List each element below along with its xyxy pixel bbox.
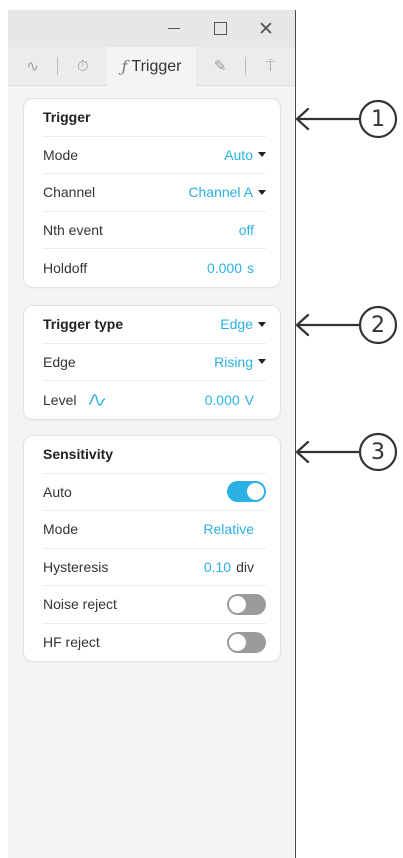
trigger-type-title: Trigger type — [43, 316, 124, 333]
nth-event-row: Nth event off — [43, 212, 266, 249]
trigger-type-dropdown[interactable]: Edge — [220, 316, 266, 332]
trigger-header-row: Trigger — [43, 99, 266, 137]
tab-probe[interactable]: ⍑ — [246, 47, 295, 86]
channel-label: Channel — [43, 184, 96, 201]
level-label: Level — [43, 391, 77, 408]
noise-reject-label: Noise reject — [43, 596, 117, 613]
chevron-down-icon — [258, 152, 266, 158]
noise-reject-row: Noise reject — [43, 586, 266, 624]
sensitivity-mode-field[interactable]: Relative — [203, 521, 254, 537]
waveform-icon[interactable] — [88, 393, 106, 407]
sensitivity-card: Sensitivity Auto Mode Relative Hysteresi… — [24, 436, 280, 661]
holdoff-field[interactable]: 0.000 s — [207, 260, 254, 276]
level-label-group: Level — [43, 392, 106, 408]
channel-row: Channel Channel A — [43, 174, 266, 212]
trigger-mode-label: Mode — [43, 146, 79, 163]
maximize-icon[interactable] — [197, 10, 243, 47]
chevron-down-icon — [258, 321, 266, 327]
tab-timer[interactable]: ⏱ — [58, 47, 107, 86]
holdoff-unit: s — [247, 259, 254, 276]
sensitivity-mode-label: Mode — [43, 521, 79, 538]
tab-pen[interactable]: ✎ — [196, 47, 245, 86]
sensitivity-auto-row: Auto — [43, 474, 266, 511]
noise-reject-toggle[interactable] — [227, 593, 266, 615]
auto-toggle[interactable] — [227, 481, 266, 503]
level-value: 0.000 — [204, 391, 240, 408]
hf-reject-label: HF reject — [43, 634, 100, 651]
callout-3: 3 — [294, 431, 403, 475]
tab-trigger-label: Trigger — [131, 57, 182, 75]
nth-event-field[interactable]: off — [239, 222, 254, 238]
hf-reject-row: HF reject — [43, 624, 266, 662]
pen-icon: ✎ — [213, 57, 227, 75]
toggle-knob — [247, 483, 264, 501]
callout-number: 2 — [371, 312, 385, 338]
channel-dropdown[interactable]: Channel A — [188, 184, 266, 200]
callout-number: 3 — [371, 439, 385, 465]
callout-2: 2 — [294, 304, 403, 348]
callout-number: 1 — [371, 106, 385, 132]
hysteresis-unit: div — [236, 558, 254, 575]
close-icon[interactable]: ✕ — [243, 10, 289, 47]
chevron-down-icon — [258, 359, 266, 365]
tab-waveform[interactable]: ∿ — [8, 47, 57, 86]
trigger-type-row: Trigger type Edge — [43, 306, 266, 344]
nth-event-value: off — [238, 221, 254, 238]
callout-1: 1 — [294, 98, 403, 142]
trigger-title: Trigger — [43, 109, 91, 126]
level-field[interactable]: 0.000 V — [205, 392, 254, 408]
holdoff-value: 0.000 — [206, 259, 242, 276]
title-bar: ✕ — [8, 10, 295, 47]
trigger-mode-dropdown[interactable]: Auto — [224, 147, 266, 163]
sensitivity-auto-label: Auto — [43, 483, 72, 500]
holdoff-row: Holdoff 0.000 s — [43, 249, 266, 287]
sensitivity-mode-row: Mode Relative — [43, 511, 266, 549]
hysteresis-label: Hysteresis — [43, 558, 109, 575]
timer-icon: ⏱ — [77, 57, 89, 75]
minimize-icon[interactable] — [151, 10, 197, 47]
edge-label: Edge — [43, 353, 76, 370]
trigger-type-value: Edge — [220, 316, 253, 333]
trigger-mode-value: Auto — [224, 146, 253, 163]
sensitivity-header-row: Sensitivity — [43, 436, 266, 474]
hysteresis-row: Hysteresis 0.10 div — [43, 549, 266, 586]
tab-trigger[interactable]: ƒ Trigger — [107, 46, 196, 87]
toggle-knob — [229, 633, 246, 651]
sensitivity-title: Sensitivity — [43, 446, 114, 463]
edge-value: Rising — [214, 353, 253, 370]
holdoff-label: Holdoff — [43, 259, 88, 276]
level-row: Level 0.000 V — [43, 381, 266, 419]
trigger-mode-row: Mode Auto — [43, 137, 266, 174]
trigger-type-card: Trigger type Edge Edge Rising Level 0.00… — [24, 306, 280, 419]
edge-row: Edge Rising — [43, 344, 266, 381]
waveform-icon: ∿ — [26, 57, 39, 75]
tab-bar: ∿ ⏱ ƒ Trigger ✎ ⍑ — [8, 46, 295, 87]
toggle-knob — [229, 595, 246, 613]
sensitivity-mode-value: Relative — [203, 521, 254, 538]
edge-dropdown[interactable]: Rising — [214, 354, 266, 370]
probe-icon: ⍑ — [265, 57, 275, 75]
nth-event-label: Nth event — [43, 221, 103, 238]
chevron-down-icon — [258, 189, 266, 195]
hysteresis-value: 0.10 — [203, 558, 232, 575]
trigger-card: Trigger Mode Auto Channel Channel A Nth … — [24, 99, 280, 287]
hysteresis-field[interactable]: 0.10 div — [204, 559, 254, 575]
hf-reject-toggle[interactable] — [227, 631, 266, 653]
trigger-icon: ƒ — [121, 57, 128, 76]
level-unit: V — [244, 391, 254, 408]
channel-value: Channel A — [188, 184, 253, 201]
trigger-window: ✕ ∿ ⏱ ƒ Trigger ✎ ⍑ Trigger Mode Auto Ch… — [8, 10, 296, 858]
